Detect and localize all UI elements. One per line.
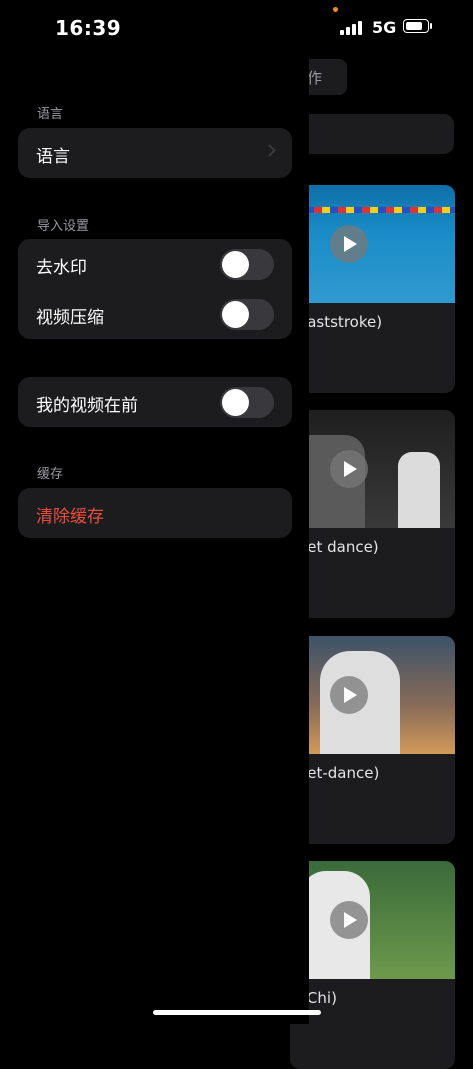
- my-video-first-label: 我的视频在前: [36, 396, 138, 416]
- section-header-language: 语言: [37, 107, 64, 122]
- video-thumbnail: [290, 185, 455, 303]
- video-title: eaststroke): [298, 313, 383, 331]
- video-thumbnail: [290, 861, 455, 979]
- language-row[interactable]: 语言: [18, 128, 292, 178]
- background-tab-label: 作: [307, 69, 323, 87]
- background-search-bar[interactable]: [290, 114, 454, 154]
- compress-video-toggle[interactable]: [220, 299, 274, 330]
- video-thumbnail: [290, 636, 455, 754]
- video-card[interactable]: eaststroke): [290, 185, 455, 393]
- network-type: 5G: [372, 18, 397, 37]
- my-video-first-row: 我的视频在前: [18, 377, 292, 427]
- chevron-right-icon: [263, 144, 276, 157]
- video-card[interactable]: eet dance): [290, 410, 455, 618]
- my-video-first-toggle[interactable]: [220, 387, 274, 418]
- section-header-import: 导入设置: [37, 219, 90, 234]
- video-card[interactable]: eet-dance): [290, 636, 455, 844]
- clear-cache-label: 清除缓存: [36, 507, 104, 527]
- remove-watermark-label: 去水印: [36, 258, 87, 278]
- home-indicator[interactable]: [153, 1010, 321, 1015]
- video-thumbnail: [290, 410, 455, 528]
- status-bar: 16:39 5G: [0, 0, 473, 56]
- video-title: eet dance): [298, 538, 379, 556]
- clear-cache-button[interactable]: 清除缓存: [18, 488, 292, 538]
- status-time: 16:39: [55, 16, 122, 40]
- play-icon[interactable]: [330, 450, 368, 488]
- toggle-knob: [222, 251, 249, 278]
- toggle-knob: [222, 301, 249, 328]
- compress-video-row: 视频压缩: [18, 289, 292, 339]
- recording-indicator-dot: [333, 7, 338, 12]
- video-title: eet-dance): [298, 764, 380, 782]
- order-group: 我的视频在前: [18, 377, 292, 427]
- language-row-label: 语言: [36, 147, 70, 167]
- settings-drawer: 语言 语言 导入设置 去水印 视频压缩 我的视频在前 缓存 清除缓存: [0, 0, 309, 1024]
- import-settings-group: 去水印 视频压缩: [18, 239, 292, 339]
- play-icon[interactable]: [330, 676, 368, 714]
- battery-icon: [403, 19, 432, 35]
- section-header-cache: 缓存: [37, 467, 64, 482]
- language-group: 语言: [18, 128, 292, 178]
- remove-watermark-row: 去水印: [18, 239, 292, 289]
- play-icon[interactable]: [330, 901, 368, 939]
- toggle-knob: [222, 389, 249, 416]
- video-card[interactable]: i Chi): [290, 861, 455, 1069]
- play-icon[interactable]: [330, 225, 368, 263]
- cache-group: 清除缓存: [18, 488, 292, 538]
- remove-watermark-toggle[interactable]: [220, 249, 274, 280]
- compress-video-label: 视频压缩: [36, 308, 104, 328]
- signal-icon: [340, 21, 366, 35]
